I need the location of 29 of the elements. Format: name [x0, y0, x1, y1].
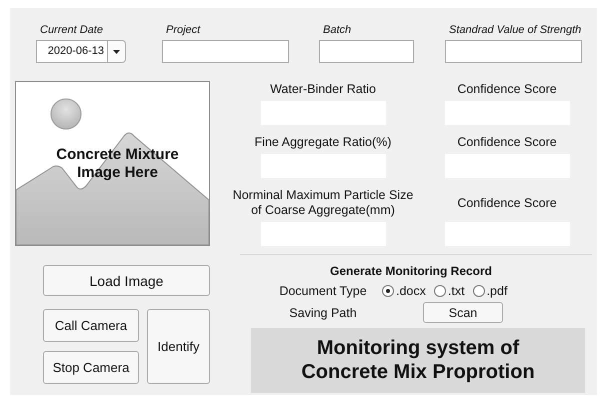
field-label: Standrad Value of Strength — [448, 24, 582, 38]
date-field[interactable]: 2020-06-13 — [36, 40, 108, 63]
identify-button[interactable]: Identify — [147, 309, 210, 384]
dropdown-button[interactable] — [108, 40, 126, 63]
input-field[interactable] — [162, 40, 289, 63]
output-label: Norminal Maximum Particle Size of Coarse Aggregate(mm) — [232, 188, 414, 218]
confidence-label: Confidence Score — [457, 82, 557, 97]
output-label: Fine Aggregate Ratio(%) — [254, 135, 392, 150]
document-type-label: Document Type — [279, 284, 367, 298]
call-camera-button[interactable]: Call Camera — [43, 309, 139, 342]
saving-path-label: Saving Path — [289, 306, 357, 320]
radio-option[interactable]: .docx — [382, 284, 426, 298]
input-field[interactable] — [319, 40, 414, 63]
caret-icon — [113, 50, 120, 54]
scan-button[interactable]: Scan — [423, 302, 503, 323]
input-field[interactable] — [445, 40, 582, 63]
radio-option[interactable]: .txt — [434, 284, 465, 298]
output-label: Water-Binder Ratio — [269, 82, 377, 97]
load-image-button[interactable]: Load Image — [43, 265, 210, 296]
field-label: Project — [165, 24, 202, 38]
placeholder-text: Concrete Mixture Image Here — [55, 146, 180, 182]
field-label: Batch — [322, 24, 352, 38]
title-banner: Monitoring system of Concrete Mix Proprotion — [251, 328, 585, 393]
confidence-label: Confidence Score — [457, 194, 557, 212]
radio-option[interactable]: .pdf — [472, 284, 508, 298]
stop-camera-button[interactable]: Stop Camera — [43, 351, 139, 384]
section-title: Generate Monitoring Record — [330, 264, 492, 278]
field-label: Current Date — [39, 24, 104, 38]
confidence-label: Confidence Score — [457, 135, 557, 150]
